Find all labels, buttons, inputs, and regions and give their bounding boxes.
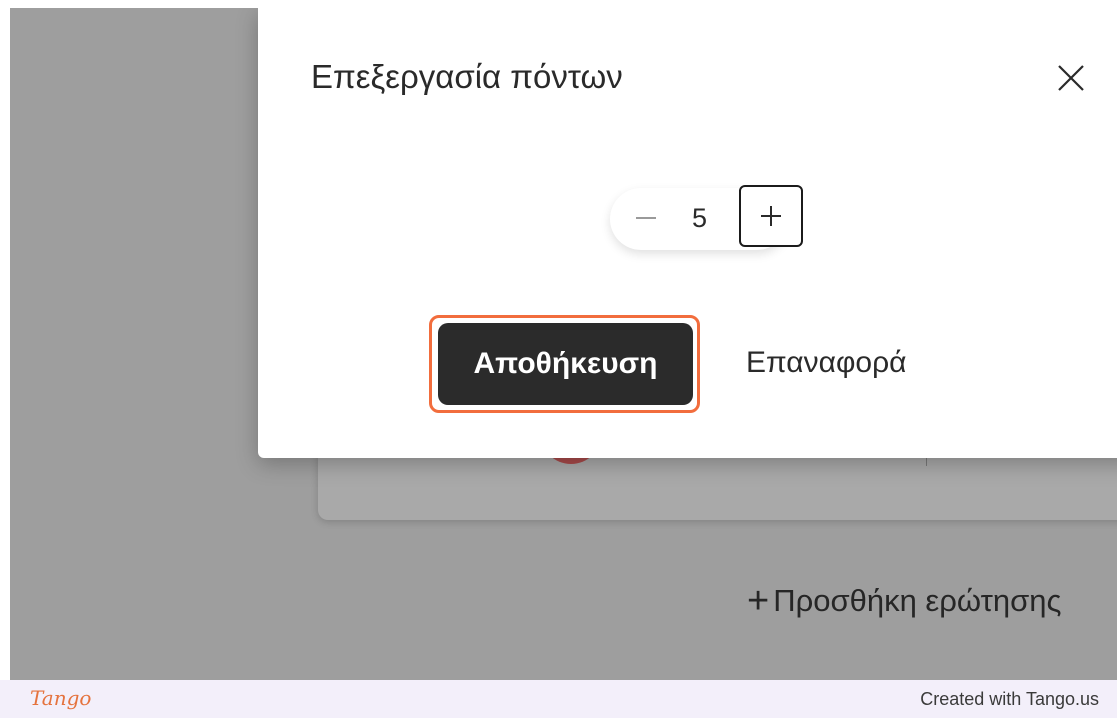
points-value[interactable]: 5 [692, 202, 707, 234]
add-question-label: Προσθήκη ερώτησης [773, 583, 1062, 618]
footer-bar: Tango Created with Tango.us [0, 680, 1117, 718]
close-icon [1058, 65, 1084, 91]
increment-button[interactable] [739, 185, 803, 247]
decrement-button[interactable] [630, 202, 662, 234]
plus-icon: + [747, 580, 770, 622]
minus-icon [636, 217, 656, 219]
footer-credit: Created with Tango.us [920, 689, 1099, 709]
points-stepper: 5 [610, 185, 803, 250]
dialog-title: Επεξεργασία πόντων [311, 58, 623, 95]
plus-icon [761, 206, 781, 226]
screenshot-frame: + Προσθήκη ερώτησης Επεξεργασία πόντων 5 [10, 8, 1117, 680]
add-question-button[interactable]: + Προσθήκη ερώτησης [747, 582, 1061, 620]
reset-button[interactable]: Επαναφορά [746, 346, 907, 380]
close-button[interactable] [1051, 58, 1091, 98]
edit-points-dialog: Επεξεργασία πόντων 5 Αποθήκευση Επαναφορ… [258, 8, 1117, 458]
save-button[interactable]: Αποθήκευση [438, 323, 693, 405]
tango-logo: Tango [30, 686, 92, 710]
